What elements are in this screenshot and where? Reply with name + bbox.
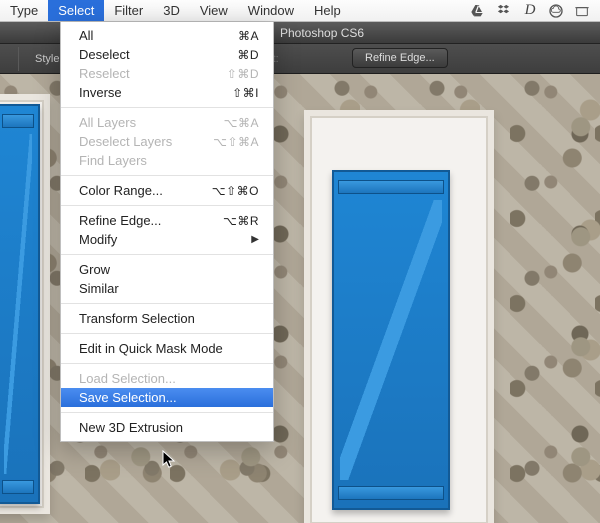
creative-cloud-icon[interactable] <box>548 3 564 19</box>
menuitem-label: Deselect Layers <box>79 134 172 149</box>
blue-shutter-left <box>0 104 40 504</box>
menuitem-load-selection: Load Selection... <box>61 369 273 388</box>
menuitem-similar[interactable]: Similar <box>61 279 273 298</box>
menuitem-deselect-layers: Deselect Layers ⌥⇧⌘A <box>61 132 273 151</box>
menuitem-label: Color Range... <box>79 183 163 198</box>
menuitem-new-3d-extrusion[interactable]: New 3D Extrusion <box>61 418 273 437</box>
menuitem-label: Deselect <box>79 47 130 62</box>
menuitem-transform-selection[interactable]: Transform Selection <box>61 309 273 328</box>
menuitem-label: Modify <box>79 232 117 247</box>
menuitem-label: Edit in Quick Mask Mode <box>79 341 223 356</box>
menu-type[interactable]: Type <box>0 0 48 21</box>
menuitem-label: New 3D Extrusion <box>79 420 183 435</box>
menuitem-label: Load Selection... <box>79 371 176 386</box>
menu-3d[interactable]: 3D <box>153 0 190 21</box>
menuitem-shortcut: ⌘D <box>237 48 259 62</box>
menuitem-shortcut: ⌘A <box>238 29 259 43</box>
menuitem-all[interactable]: All ⌘A <box>61 26 273 45</box>
menuitem-shortcut: ⌥⌘A <box>224 116 259 130</box>
blue-shutter-right <box>332 170 450 510</box>
menuitem-deselect[interactable]: Deselect ⌘D <box>61 45 273 64</box>
menuitem-grow[interactable]: Grow <box>61 260 273 279</box>
menuitem-color-range[interactable]: Color Range... ⌥⇧⌘O <box>61 181 273 200</box>
menuitem-all-layers: All Layers ⌥⌘A <box>61 113 273 132</box>
menuitem-refine-edge[interactable]: Refine Edge... ⌥⌘R <box>61 211 273 230</box>
menu-select[interactable]: Select <box>48 0 104 21</box>
menuitem-label: Grow <box>79 262 110 277</box>
menuitem-shortcut: ⇧⌘D <box>227 67 259 81</box>
menuitem-label: Save Selection... <box>79 390 177 405</box>
mac-menu-bar: TypeSelectFilter3DViewWindowHelp D <box>0 0 600 22</box>
letter-d-icon[interactable]: D <box>522 3 538 19</box>
menuitem-label: Transform Selection <box>79 311 195 326</box>
select-menu-dropdown: All ⌘A Deselect ⌘D Reselect ⇧⌘D Inverse ⇧⌘I All … <box>60 22 274 442</box>
options-divider <box>18 47 19 71</box>
menuitem-label: Find Layers <box>79 153 147 168</box>
menuitem-shortcut: ⌥⇧⌘O <box>212 184 259 198</box>
menuitem-reselect: Reselect ⇧⌘D <box>61 64 273 83</box>
menuitem-shortcut: ⇧⌘I <box>232 86 259 100</box>
refine-edge-button[interactable]: Refine Edge... <box>352 48 448 68</box>
menuitem-modify[interactable]: Modify ▶ <box>61 230 273 249</box>
menuitem-label: All <box>79 28 93 43</box>
submenu-arrow-icon: ▶ <box>251 234 259 245</box>
menuitem-label: Inverse <box>79 85 122 100</box>
menuitem-shortcut: ⌥⌘R <box>223 214 259 228</box>
menuitem-label: Reselect <box>79 66 130 81</box>
menuitem-save-selection[interactable]: Save Selection... <box>61 388 273 407</box>
menu-items: TypeSelectFilter3DViewWindowHelp <box>0 0 351 21</box>
app-name-label: Photoshop CS6 <box>280 26 364 40</box>
menuitem-inverse[interactable]: Inverse ⇧⌘I <box>61 83 273 102</box>
menuitem-label: Similar <box>79 281 119 296</box>
menuitem-shortcut: ⌥⇧⌘A <box>213 135 259 149</box>
menu-window[interactable]: Window <box>238 0 304 21</box>
menu-view[interactable]: View <box>190 0 238 21</box>
menuitem-edit-in-quick-mask-mode[interactable]: Edit in Quick Mask Mode <box>61 339 273 358</box>
menu-bar-tray: D <box>470 3 600 19</box>
menu-help[interactable]: Help <box>304 0 351 21</box>
menu-filter[interactable]: Filter <box>104 0 153 21</box>
menuitem-label: All Layers <box>79 115 136 130</box>
unknown-tray-icon[interactable] <box>574 3 590 19</box>
google-drive-icon[interactable] <box>470 3 486 19</box>
dropbox-icon[interactable] <box>496 3 512 19</box>
menuitem-find-layers: Find Layers <box>61 151 273 170</box>
menuitem-label: Refine Edge... <box>79 213 161 228</box>
